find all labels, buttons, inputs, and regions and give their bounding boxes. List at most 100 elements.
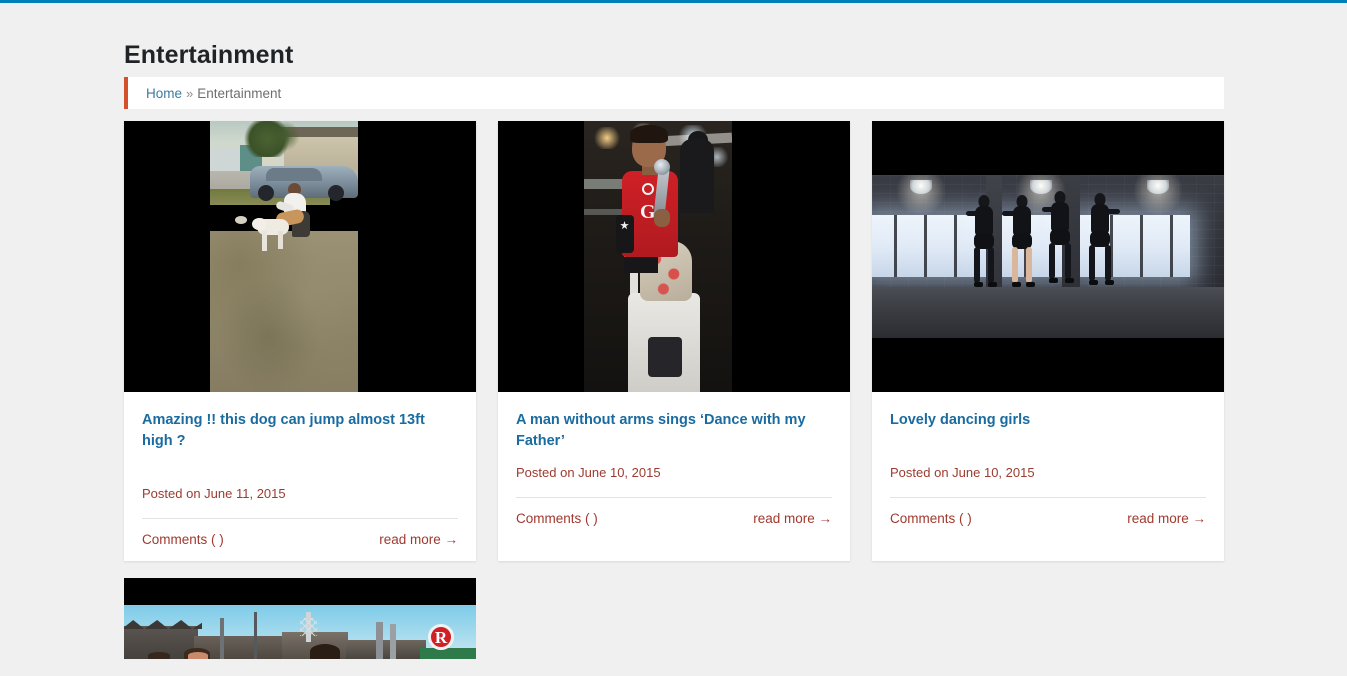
video-frame <box>872 175 1224 338</box>
dancer-shoe <box>1089 280 1098 285</box>
post-card: G A man without arms sings ‘Dance with m… <box>498 121 850 561</box>
post-title-link[interactable]: Amazing !! this dog can jump almost 13ft… <box>142 410 458 452</box>
post-date: June 10, 2015 <box>578 465 661 480</box>
dancer-leg <box>1089 245 1098 285</box>
breadcrumb-link-home[interactable]: Home <box>146 86 182 101</box>
dog-leg-rear <box>278 231 283 249</box>
dancer-shoe <box>1105 280 1114 285</box>
antenna-lattice <box>300 618 317 636</box>
dancer-torso <box>975 206 993 236</box>
hand <box>654 209 670 227</box>
read-more-link[interactable]: read more → <box>379 532 458 547</box>
string-light <box>592 127 622 149</box>
ceiling-lamp <box>910 180 932 194</box>
r-badge-icon: R <box>428 624 454 650</box>
page-container: Entertainment Home » Entertainment Amazi… <box>0 3 1347 659</box>
posted-on-label: Posted on <box>142 486 201 501</box>
utility-pole <box>220 618 224 659</box>
video-frame: G <box>584 121 732 392</box>
post-date: June 11, 2015 <box>204 486 286 501</box>
dancer-leg <box>988 247 997 287</box>
dancer-leg <box>1026 247 1035 287</box>
read-more-link[interactable]: read more → <box>1127 511 1206 526</box>
post-card: Lovely dancing girls Posted on June 10, … <box>872 121 1224 561</box>
post-title-link[interactable]: A man without arms sings ‘Dance with my … <box>516 410 832 452</box>
comments-link[interactable]: Comments ( ) <box>890 511 972 526</box>
post-row-2: R <box>124 578 1225 659</box>
post-title-link[interactable]: Lovely dancing girls <box>890 410 1206 431</box>
window-mullion <box>924 215 927 277</box>
breadcrumb-separator: » <box>186 85 194 101</box>
comments-link[interactable]: Comments ( ) <box>516 511 598 526</box>
dancer-shoe <box>1049 278 1058 283</box>
dancer-shoe <box>1012 282 1021 287</box>
ceiling-lamp <box>1147 180 1169 194</box>
chair-shadow <box>648 337 682 377</box>
post-card: Amazing !! this dog can jump almost 13ft… <box>124 121 476 561</box>
post-card-body: Lovely dancing girls Posted on June 10, … <box>872 392 1224 561</box>
dancer-leg <box>1049 243 1058 283</box>
post-card-body: A man without arms sings ‘Dance with my … <box>498 392 850 561</box>
car-wheel-front <box>258 185 274 201</box>
dancer-shoe <box>974 282 983 287</box>
shirt-emblem <box>642 183 654 195</box>
shirt-sleeve <box>616 215 634 253</box>
window-mullion <box>954 215 957 277</box>
green-awning <box>420 648 476 659</box>
dancer-torso <box>1013 206 1031 236</box>
building <box>346 640 426 659</box>
dancer <box>1002 195 1037 287</box>
utility-pole <box>254 612 257 659</box>
studio-floor <box>872 287 1224 338</box>
post-thumbnail-street[interactable]: R <box>124 578 476 659</box>
comments-link[interactable]: Comments ( ) <box>142 532 224 547</box>
dancer-shoe <box>1026 282 1035 287</box>
video-frame <box>210 121 358 392</box>
page-title: Entertainment <box>124 40 294 69</box>
car-wheel-rear <box>328 185 344 201</box>
chimney <box>390 624 396 659</box>
post-card-footer: Comments ( ) read more → <box>142 518 458 561</box>
post-thumbnail-dancers[interactable] <box>872 121 1224 392</box>
dancer <box>966 195 999 287</box>
post-meta: Posted on June 10, 2015 <box>890 465 1206 480</box>
letterbox-bar <box>124 578 476 605</box>
post-grid: Amazing !! this dog can jump almost 13ft… <box>124 121 1225 676</box>
post-thumbnail-singer[interactable]: G <box>498 121 850 392</box>
dancer-leg <box>1105 245 1114 285</box>
chimney <box>376 622 383 659</box>
person-head <box>310 644 340 659</box>
bystander-body <box>680 139 714 213</box>
post-row-1: Amazing !! this dog can jump almost 13ft… <box>124 121 1225 561</box>
dancer-leg <box>1065 243 1074 283</box>
dancer <box>1042 191 1076 287</box>
window-mullion <box>1170 215 1173 277</box>
rock <box>235 216 247 224</box>
singer-hair <box>630 125 668 143</box>
dirt-texture <box>210 231 358 392</box>
dancer-torso <box>1091 204 1109 234</box>
dancer-shoe <box>988 282 997 287</box>
car-window <box>266 168 322 181</box>
person-head <box>148 652 170 659</box>
dancer-shoe <box>1065 278 1074 283</box>
post-meta: Posted on June 11, 2015 <box>142 486 458 501</box>
posted-on-label: Posted on <box>890 465 949 480</box>
breadcrumb-current: Entertainment <box>197 85 282 101</box>
posted-on-label: Posted on <box>516 465 575 480</box>
dancer-leg <box>974 247 983 287</box>
post-card-footer: Comments ( ) read more → <box>890 497 1206 540</box>
post-thumbnail-dog-jump[interactable] <box>124 121 476 392</box>
dog-leg-front <box>262 231 267 251</box>
dog-white-head <box>252 218 266 230</box>
read-more-link[interactable]: read more → <box>753 511 832 526</box>
dancer-leg <box>1012 247 1021 287</box>
dancer <box>1084 193 1120 287</box>
person-face <box>188 652 208 659</box>
microphone-head <box>654 159 670 175</box>
tree-secondary <box>270 121 300 151</box>
dancer-torso <box>1051 202 1069 232</box>
post-card-footer: Comments ( ) read more → <box>516 497 832 540</box>
window-mullion <box>894 215 897 277</box>
dark-band <box>624 257 658 273</box>
